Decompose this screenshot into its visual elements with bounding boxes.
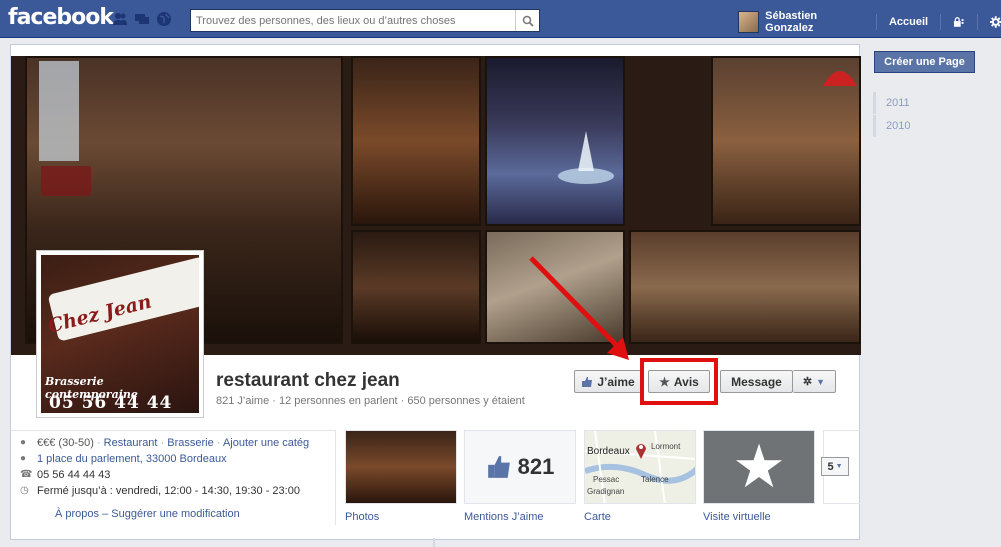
app-map[interactable]: Bordeaux Lormont Pessac Talence Gradigna… (584, 430, 696, 504)
search-input[interactable] (191, 10, 511, 31)
notification-jewels (112, 11, 172, 27)
app-photos-label[interactable]: Photos (345, 511, 379, 523)
top-bar: facebook Sébastien Gonzalez Accueil (0, 0, 1001, 38)
tag-icon: ● (20, 437, 27, 448)
profile-picture-image: Chez Jean Brasserie contemporaine 05 56 … (41, 255, 199, 413)
more-apps-count: 5 (827, 460, 834, 473)
map-area-gradignan: Gradignan (587, 487, 625, 496)
opening-hours: Fermé jusqu’à : vendredi, 12:00 - 14:30,… (37, 485, 300, 497)
profile-picture[interactable]: Chez Jean Brasserie contemporaine 05 56 … (36, 250, 204, 418)
map-area-talence: Talence (641, 475, 669, 484)
search-box (190, 9, 540, 32)
notifications-globe-icon[interactable] (156, 11, 172, 27)
message-label: Message (731, 374, 782, 389)
like-label: J’aime (597, 374, 635, 389)
create-page-button[interactable]: Créer une Page (874, 51, 975, 73)
about-links: À propos – Suggérer une modification (55, 508, 240, 520)
hours-row: ◷ Fermé jusqu’à : vendredi, 12:00 - 14:3… (20, 485, 300, 497)
chevron-down-icon: ▼ (835, 463, 843, 470)
cover-tile-glasses (351, 230, 481, 344)
privacy-shortcuts-icon[interactable] (953, 16, 964, 28)
settings-gear-icon[interactable] (989, 16, 1001, 28)
phone-icon: ☎ (20, 469, 33, 480)
timeline-year-2010[interactable]: 2010 (873, 115, 910, 137)
search-icon (522, 15, 534, 27)
page-title[interactable]: restaurant chez jean (216, 370, 400, 392)
friend-requests-icon[interactable] (112, 11, 128, 27)
nav-divider (876, 14, 877, 30)
cover-tile-wine-glasses (629, 230, 861, 344)
app-photos[interactable] (345, 430, 457, 504)
address-link[interactable]: 1 place du parlement, 33000 Bordeaux (37, 453, 227, 465)
about-link[interactable]: À propos (55, 508, 99, 520)
nav-divider (976, 14, 978, 30)
map-area-lormont: Lormont (651, 442, 681, 451)
app-virtual-tour[interactable]: ★ (703, 430, 815, 504)
cover-fountain-icon (558, 131, 614, 184)
facebook-logo[interactable]: facebook (8, 5, 114, 30)
cover-lamp-icon (823, 71, 857, 86)
likes-count: 821 (517, 454, 555, 479)
phone-number: 05 56 44 44 43 (37, 469, 111, 481)
category-row: ● €€€ (30-50) · Restaurant · Brasserie ·… (20, 437, 310, 449)
map-pin-icon (636, 444, 646, 459)
cover-tile-bar (351, 56, 481, 226)
map-city: Bordeaux (587, 446, 630, 457)
app-likes[interactable]: 821 (464, 430, 576, 504)
phone-row: ☎ 05 56 44 44 43 (20, 469, 111, 481)
more-apps-button[interactable]: 5 ▼ (821, 457, 849, 476)
app-virtual-tour-label[interactable]: Visite virtuelle (703, 511, 771, 523)
timeline-spine (433, 538, 435, 547)
user-name-link[interactable]: Sébastien Gonzalez (765, 10, 864, 34)
right-rail: Créer une Page 2011 2010 (861, 38, 1001, 547)
user-nav: Sébastien Gonzalez Accueil (738, 10, 1001, 34)
user-avatar[interactable] (738, 11, 760, 33)
star-icon: ★ (732, 433, 786, 500)
category-brasserie[interactable]: Brasserie (167, 437, 213, 449)
cover-tile-window-icon (39, 61, 91, 196)
gear-icon: ✲ (802, 376, 813, 388)
app-likes-label[interactable]: Mentions J’aime (464, 511, 543, 523)
location-pin-icon: ● (20, 453, 27, 464)
page-options-button[interactable]: ✲ ▼ (793, 370, 836, 393)
price-range: €€€ (30-50) (37, 437, 94, 449)
nav-divider (940, 14, 942, 30)
app-map-label[interactable]: Carte (584, 511, 611, 523)
dash-separator: – (102, 508, 109, 520)
profile-pic-phone: 05 56 44 44 43 (49, 393, 173, 413)
timeline-year-2011[interactable]: 2011 (873, 92, 910, 114)
thumbs-up-icon (582, 376, 593, 387)
page-info-box: ● €€€ (30-50) · Restaurant · Brasserie ·… (11, 430, 336, 525)
cover-tile-bottles (485, 230, 625, 344)
clock-icon: ◷ (20, 485, 29, 496)
page-timeline: Chez Jean Brasserie contemporaine 05 56 … (10, 44, 861, 540)
add-category-link[interactable]: Ajouter une catég (223, 437, 309, 449)
suggest-edit-link[interactable]: Suggérer une modification (111, 508, 239, 520)
chevron-down-icon: ▼ (816, 376, 826, 387)
thumbs-up-icon (487, 456, 510, 478)
message-button[interactable]: Message (720, 370, 793, 393)
map-area-pessac: Pessac (593, 475, 620, 484)
category-restaurant[interactable]: Restaurant (104, 437, 158, 449)
address-row: ● 1 place du parlement, 33000 Bordeaux (20, 453, 227, 465)
search-button[interactable] (515, 10, 539, 31)
like-button[interactable]: J’aime (574, 370, 642, 393)
page-stats: 821 J’aime · 12 personnes en parlent · 6… (216, 395, 525, 407)
messages-icon[interactable] (134, 11, 150, 27)
avis-highlight-box (640, 358, 718, 405)
home-link[interactable]: Accueil (889, 16, 928, 28)
